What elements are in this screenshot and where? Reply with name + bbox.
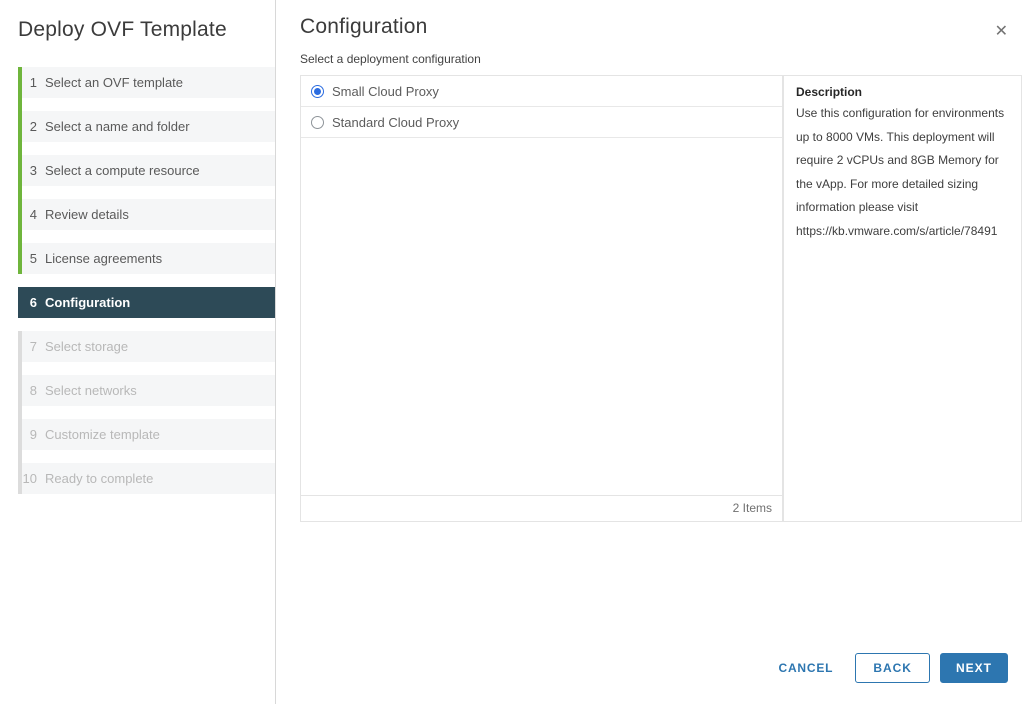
step-label: Review details	[45, 207, 129, 222]
description-text: Use this configuration for environments …	[796, 106, 1005, 238]
deploy-ovf-template-dialog: Deploy OVF Template 1 Select an OVF templ…	[0, 0, 1024, 704]
radio-selected-icon[interactable]	[311, 84, 324, 98]
step-number: 5	[29, 251, 37, 266]
step-label: Select storage	[45, 339, 129, 354]
radio-unselected-icon[interactable]	[311, 115, 324, 129]
close-button[interactable]: ✕	[991, 20, 1012, 44]
step-group-completed: 1 Select an OVF template 2 Select a name an…	[18, 67, 275, 274]
table-footer: 2 Items	[301, 495, 782, 521]
step-label: Ready to complete	[45, 471, 154, 486]
step-number: 6	[29, 295, 37, 310]
sidebar-step-9: 9 Customize template	[22, 419, 275, 450]
configuration-area: Small Cloud Proxy Standard Cloud Proxy 2 …	[300, 75, 1024, 522]
description-panel: Description Use this configuration for e…	[783, 75, 1022, 522]
step-label: License agreements	[45, 251, 163, 266]
step-label: Select a name and folder	[45, 119, 190, 134]
step-number: 4	[29, 207, 37, 222]
step-number: 9	[29, 427, 37, 442]
wizard-title: Deploy OVF Template	[18, 18, 227, 41]
sidebar-step-8: 8 Select networks	[22, 375, 275, 406]
wizard-sidebar: Deploy OVF Template 1 Select an OVF templ…	[0, 0, 276, 704]
cancel-button[interactable]: CANCEL	[775, 653, 838, 683]
sidebar-step-3[interactable]: 3 Select a compute resource	[22, 155, 275, 186]
configuration-options-table: Small Cloud Proxy Standard Cloud Proxy 2 …	[300, 75, 783, 522]
wizard-content: ✕ Configuration Select a deployment conf…	[276, 0, 1024, 704]
option-label: Small Cloud Proxy	[332, 83, 439, 99]
step-group-future: 7 Select storage 8 Select networks 9 Customiz…	[18, 331, 275, 494]
sidebar-step-5[interactable]: 5 License agreements	[22, 243, 275, 274]
step-number: 1	[29, 75, 37, 90]
step-label: Select an OVF template	[45, 75, 184, 90]
step-number: 3	[29, 163, 37, 178]
back-button[interactable]: BACK	[855, 653, 930, 683]
sidebar-step-7: 7 Select storage	[22, 331, 275, 362]
step-label: Configuration	[45, 295, 131, 310]
page-title: Configuration	[300, 15, 428, 38]
step-number: 2	[29, 119, 37, 134]
step-label: Select a compute resource	[45, 163, 200, 178]
step-number: 10	[22, 471, 37, 486]
option-label: Standard Cloud Proxy	[332, 114, 460, 130]
footer-actions: CANCEL BACK NEXT	[775, 653, 1008, 683]
configuration-options-list: Small Cloud Proxy Standard Cloud Proxy	[301, 76, 782, 138]
description-heading: Description	[796, 85, 863, 99]
wizard-steps: 1 Select an OVF template 2 Select a name an…	[18, 67, 275, 494]
sidebar-step-1[interactable]: 1 Select an OVF template	[22, 67, 275, 98]
sidebar-step-10: 10 Ready to complete	[22, 463, 275, 494]
close-icon: ✕	[994, 23, 1008, 40]
items-count: 2 Items	[732, 501, 772, 515]
step-label: Select networks	[45, 383, 137, 398]
table-empty-space	[301, 138, 782, 495]
config-option-small-cloud-proxy[interactable]: Small Cloud Proxy	[301, 76, 782, 107]
sidebar-step-4[interactable]: 4 Review details	[22, 199, 275, 230]
step-label: Customize template	[45, 427, 160, 442]
sidebar-step-6[interactable]: 6 Configuration	[18, 287, 275, 318]
step-number: 8	[29, 383, 37, 398]
step-number: 7	[29, 339, 37, 354]
deployment-config-label: Select a deployment configuration	[300, 52, 481, 66]
sidebar-step-2[interactable]: 2 Select a name and folder	[22, 111, 275, 142]
next-button[interactable]: NEXT	[939, 653, 1008, 683]
config-option-standard-cloud-proxy[interactable]: Standard Cloud Proxy	[301, 107, 782, 138]
